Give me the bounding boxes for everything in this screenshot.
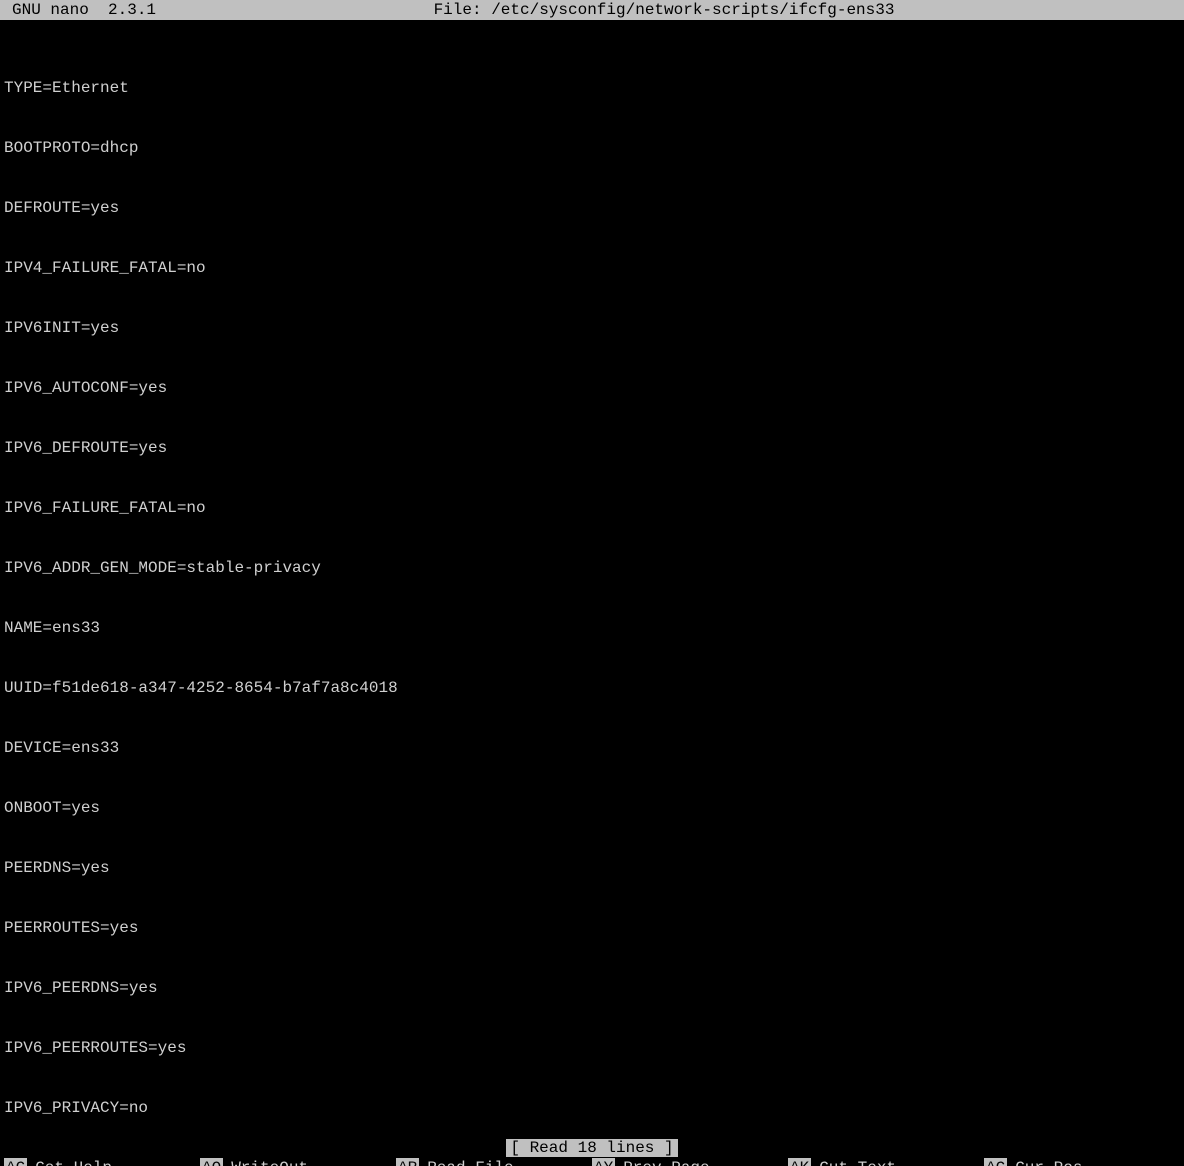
file-line: IPV6_FAILURE_FATAL=no — [4, 498, 1184, 518]
file-path: /etc/sysconfig/network-scripts/ifcfg-ens… — [491, 1, 894, 19]
file-line: IPV6_ADDR_GEN_MODE=stable-privacy — [4, 558, 1184, 578]
shortcuts-panel: ^GGet Help ^OWriteOut ^RRead File ^YPrev… — [0, 1158, 1184, 1166]
shortcut-writeout[interactable]: ^OWriteOut — [200, 1158, 396, 1166]
title-bar: GNU nano 2.3.1 File: /etc/sysconfig/netw… — [0, 0, 1184, 20]
shortcut-label: Get Help — [27, 1158, 112, 1166]
shortcut-label: Cut Text — [811, 1158, 896, 1166]
shortcut-label: Prev Page — [615, 1158, 709, 1166]
shortcut-get-help[interactable]: ^GGet Help — [4, 1158, 200, 1166]
shortcut-prev-page[interactable]: ^YPrev Page — [592, 1158, 788, 1166]
shortcut-cut-text[interactable]: ^KCut Text — [788, 1158, 984, 1166]
status-line: [ Read 18 lines ] — [0, 1138, 1184, 1158]
file-info: File: /etc/sysconfig/network-scripts/ifc… — [156, 0, 1172, 20]
file-line: IPV6_AUTOCONF=yes — [4, 378, 1184, 398]
file-line: DEFROUTE=yes — [4, 198, 1184, 218]
file-line: TYPE=Ethernet — [4, 78, 1184, 98]
shortcut-key: ^R — [396, 1158, 419, 1166]
shortcut-key: ^Y — [592, 1158, 615, 1166]
file-line: ONBOOT=yes — [4, 798, 1184, 818]
file-line: IPV6_PEERROUTES=yes — [4, 1038, 1184, 1058]
shortcut-cur-pos[interactable]: ^CCur Pos — [984, 1158, 1180, 1166]
file-line: PEERROUTES=yes — [4, 918, 1184, 938]
shortcut-row-1: ^GGet Help ^OWriteOut ^RRead File ^YPrev… — [4, 1158, 1180, 1166]
shortcut-label: Cur Pos — [1007, 1158, 1082, 1166]
file-line: PEERDNS=yes — [4, 858, 1184, 878]
shortcut-label: WriteOut — [223, 1158, 308, 1166]
file-line: IPV4_FAILURE_FATAL=no — [4, 258, 1184, 278]
app-name: GNU nano 2.3.1 — [4, 0, 156, 20]
file-line: DEVICE=ens33 — [4, 738, 1184, 758]
file-prefix: File: — [434, 1, 482, 19]
shortcut-key: ^O — [200, 1158, 223, 1166]
shortcut-key: ^K — [788, 1158, 811, 1166]
editor-content[interactable]: TYPE=Ethernet BOOTPROTO=dhcp DEFROUTE=ye… — [0, 20, 1184, 1138]
file-line: IPV6INIT=yes — [4, 318, 1184, 338]
file-line: IPV6_PEERDNS=yes — [4, 978, 1184, 998]
file-line: IPV6_PRIVACY=no — [4, 1098, 1184, 1118]
header-right-pad — [1172, 0, 1180, 20]
file-line: NAME=ens33 — [4, 618, 1184, 638]
status-message: [ Read 18 lines ] — [506, 1139, 677, 1157]
app-version: 2.3.1 — [108, 1, 156, 19]
app-name-text: GNU nano — [12, 1, 89, 19]
file-line: UUID=f51de618-a347-4252-8654-b7af7a8c401… — [4, 678, 1184, 698]
shortcut-key: ^C — [984, 1158, 1007, 1166]
file-line: IPV6_DEFROUTE=yes — [4, 438, 1184, 458]
file-line: BOOTPROTO=dhcp — [4, 138, 1184, 158]
shortcut-key: ^G — [4, 1158, 27, 1166]
shortcut-label: Read File — [419, 1158, 513, 1166]
shortcut-read-file[interactable]: ^RRead File — [396, 1158, 592, 1166]
